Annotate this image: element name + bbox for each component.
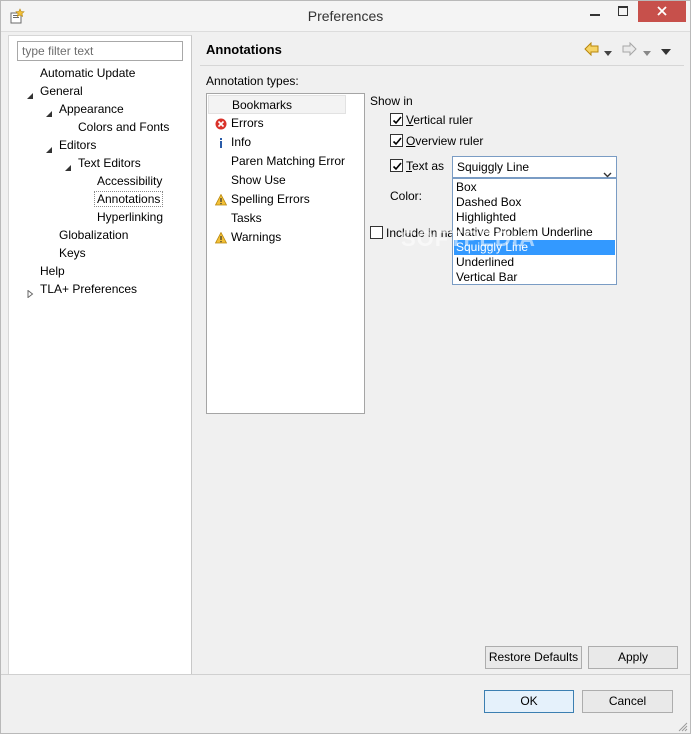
checkbox-checked-icon[interactable] xyxy=(390,159,403,172)
forward-menu-icon[interactable] xyxy=(643,46,651,60)
dropdown-option-native-problem-underline[interactable]: Native Problem Underline xyxy=(454,225,615,240)
close-button[interactable] xyxy=(638,1,686,22)
expanded-arrow-icon[interactable] xyxy=(45,142,53,153)
dropdown-option-box[interactable]: Box xyxy=(454,180,615,195)
tree-item-editors[interactable]: Editors xyxy=(46,137,96,154)
dropdown-option-dashed-box[interactable]: Dashed Box xyxy=(454,195,615,210)
tree-item-help[interactable]: Help xyxy=(40,263,65,280)
tree-item-annotations[interactable]: Annotations xyxy=(94,191,164,208)
back-arrow-icon[interactable] xyxy=(584,41,600,59)
list-item-paren-matching-error[interactable]: Paren Matching Error xyxy=(208,152,346,171)
list-item-bookmarks[interactable]: Bookmarks xyxy=(208,95,346,114)
maximize-button[interactable] xyxy=(610,1,636,22)
tree-item-appearance[interactable]: Appearance xyxy=(46,101,124,118)
expanded-arrow-icon[interactable] xyxy=(45,106,53,117)
expanded-arrow-icon[interactable] xyxy=(64,160,72,171)
checkbox-unchecked-icon[interactable] xyxy=(370,226,383,239)
expanded-arrow-icon[interactable] xyxy=(26,88,34,99)
checkbox-checked-icon[interactable] xyxy=(390,113,403,126)
title-separator xyxy=(200,65,684,66)
restore-defaults-button[interactable]: Restore Defaults xyxy=(485,646,582,669)
preferences-window: Preferences Automatic Update General App… xyxy=(0,0,691,734)
text-as-dropdown[interactable]: Box Dashed Box Highlighted Native Proble… xyxy=(452,178,617,285)
tree-item-accessibility[interactable]: Accessibility xyxy=(97,173,162,190)
ok-button[interactable]: OK xyxy=(484,690,574,713)
view-menu-icon[interactable] xyxy=(661,45,671,59)
back-menu-icon[interactable] xyxy=(604,46,612,60)
dropdown-option-highlighted[interactable]: Highlighted xyxy=(454,210,615,225)
list-item-info[interactable]: Info xyxy=(208,133,346,152)
maximize-icon xyxy=(618,6,628,16)
page-title: Annotations xyxy=(206,42,282,57)
info-icon xyxy=(215,136,227,148)
apply-button[interactable]: Apply xyxy=(588,646,678,669)
tree-item-text-editors[interactable]: Text Editors xyxy=(65,155,141,172)
annotation-types-label: Annotation types: xyxy=(206,74,299,88)
tree-item-keys[interactable]: Keys xyxy=(59,245,86,262)
filter-input[interactable] xyxy=(17,41,183,61)
footer-separator xyxy=(1,674,690,675)
dropdown-option-vertical-bar[interactable]: Vertical Bar xyxy=(454,270,615,285)
preferences-tree-panel: Automatic Update General Appearance Colo… xyxy=(8,35,192,675)
dropdown-option-underlined[interactable]: Underlined xyxy=(454,255,615,270)
tree-item-tla-preferences[interactable]: TLA+ Preferences xyxy=(27,281,137,299)
cancel-button[interactable]: Cancel xyxy=(582,690,673,713)
list-item-spelling-errors[interactable]: Spelling Errors xyxy=(208,190,346,209)
text-as-combo[interactable]: Squiggly Line xyxy=(452,156,617,178)
warning-icon xyxy=(214,231,228,244)
resize-grip-icon[interactable] xyxy=(678,721,688,732)
checkbox-checked-icon[interactable] xyxy=(390,134,403,147)
show-in-label: Show in xyxy=(370,94,413,108)
list-item-errors[interactable]: Errors xyxy=(208,114,346,133)
collapsed-arrow-icon[interactable] xyxy=(26,286,34,299)
minimize-button[interactable] xyxy=(582,1,608,22)
list-item-tasks[interactable]: Tasks xyxy=(208,209,346,228)
tree-item-hyperlinking[interactable]: Hyperlinking xyxy=(97,209,163,226)
page-navigation xyxy=(584,41,684,60)
warning-icon xyxy=(214,193,228,206)
dropdown-option-squiggly-line[interactable]: Squiggly Line xyxy=(454,240,615,255)
close-icon xyxy=(657,6,667,16)
list-item-show-use[interactable]: Show Use xyxy=(208,171,346,190)
tree-item-colors-and-fonts[interactable]: Colors and Fonts xyxy=(78,119,169,136)
list-item-warnings[interactable]: Warnings xyxy=(208,228,346,247)
tree-item-general[interactable]: General xyxy=(27,83,83,100)
text-as-combo-value: Squiggly Line xyxy=(457,160,530,174)
tree-item-globalization[interactable]: Globalization xyxy=(59,227,128,244)
tree-item-automatic-update[interactable]: Automatic Update xyxy=(40,65,135,82)
annotation-types-list[interactable]: Bookmarks Errors Info Paren Matching Err… xyxy=(206,93,365,414)
title-bar[interactable]: Preferences xyxy=(1,1,690,32)
color-label: Color: xyxy=(390,189,423,203)
error-icon xyxy=(215,117,227,130)
minimize-icon xyxy=(590,14,600,16)
forward-arrow-icon[interactable] xyxy=(621,41,637,59)
